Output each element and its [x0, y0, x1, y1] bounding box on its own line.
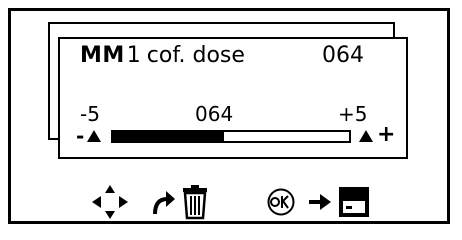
scale-current-value: 064	[195, 102, 234, 126]
channel-number: 1	[126, 43, 141, 68]
scale-max-label: +5	[338, 102, 368, 126]
level-control[interactable]: - +	[76, 124, 396, 148]
trash-icon	[183, 185, 207, 220]
mode-label: MM	[80, 43, 125, 68]
right-arrow-icon	[309, 194, 331, 210]
level-bar	[111, 130, 351, 143]
plus-symbol: +	[377, 122, 396, 147]
ok-button-icon	[267, 188, 295, 216]
level-bar-fill	[113, 132, 224, 141]
minus-symbol: -	[76, 124, 85, 148]
setting-value: 064	[322, 43, 364, 68]
scale-min-label: -5	[80, 102, 100, 126]
increase-triangle-icon[interactable]	[359, 130, 373, 142]
setting-title: MM1 cof. dose 064	[80, 40, 380, 72]
decrease-triangle-icon[interactable]	[87, 130, 101, 142]
turn-arrow-icon	[153, 191, 175, 215]
navigate-dpad-icon	[92, 185, 128, 219]
footer-icons	[0, 184, 462, 224]
setting-label: cof. dose	[146, 43, 245, 68]
save-icon	[339, 187, 369, 217]
